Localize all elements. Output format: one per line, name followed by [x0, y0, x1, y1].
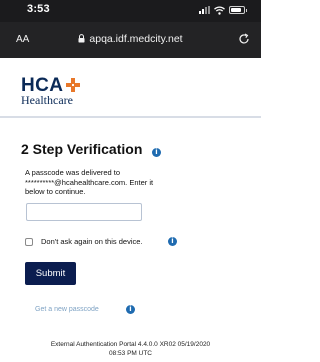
reload-icon[interactable] — [238, 33, 250, 45]
status-bar: 3:53 — [0, 0, 261, 22]
wifi-icon — [214, 5, 225, 15]
site-header: HCA Healthcare — [0, 58, 261, 116]
logo-healthcare-text: Healthcare — [21, 93, 73, 107]
page-title: 2 Step Verification — [21, 141, 143, 157]
instructions-line-1: A passcode was delivered to — [25, 168, 121, 177]
status-icons — [199, 5, 247, 15]
logo-star-icon — [66, 78, 80, 92]
status-time: 3:53 — [27, 3, 50, 15]
new-passcode-info-icon[interactable]: i — [126, 305, 135, 314]
remember-device-checkbox[interactable] — [25, 238, 33, 246]
footer-version-text: External Authentication Portal 4.4.0.0 X… — [50, 341, 211, 348]
instructions-line-2: **********@hcahealthcare.com. Enter it — [25, 177, 154, 187]
title-info-icon[interactable]: i — [152, 148, 161, 157]
remember-info-icon[interactable]: i — [168, 237, 177, 246]
instructions-text: A passcode was delivered to **********@h… — [25, 168, 235, 197]
url-field[interactable]: apqa.idf.medcity.net — [0, 33, 261, 45]
url-text: apqa.idf.medcity.net — [89, 33, 183, 45]
get-new-passcode-link[interactable]: Get a new passcode — [35, 306, 99, 313]
header-divider — [0, 116, 261, 118]
lock-icon — [78, 34, 85, 43]
battery-icon — [229, 6, 247, 14]
footer-timestamp-text: 08:53 PM UTC — [109, 350, 152, 357]
footer: External Authentication Portal 4.4.0.0 X… — [0, 340, 261, 358]
signal-icon — [199, 6, 210, 14]
remember-device-label[interactable]: Don't ask again on this device. — [41, 237, 143, 246]
submit-button[interactable]: Submit — [25, 262, 76, 285]
instructions-line-3: below to continue. — [25, 187, 86, 196]
browser-address-bar[interactable]: AA apqa.idf.medcity.net — [0, 22, 261, 58]
passcode-input[interactable] — [26, 203, 142, 221]
